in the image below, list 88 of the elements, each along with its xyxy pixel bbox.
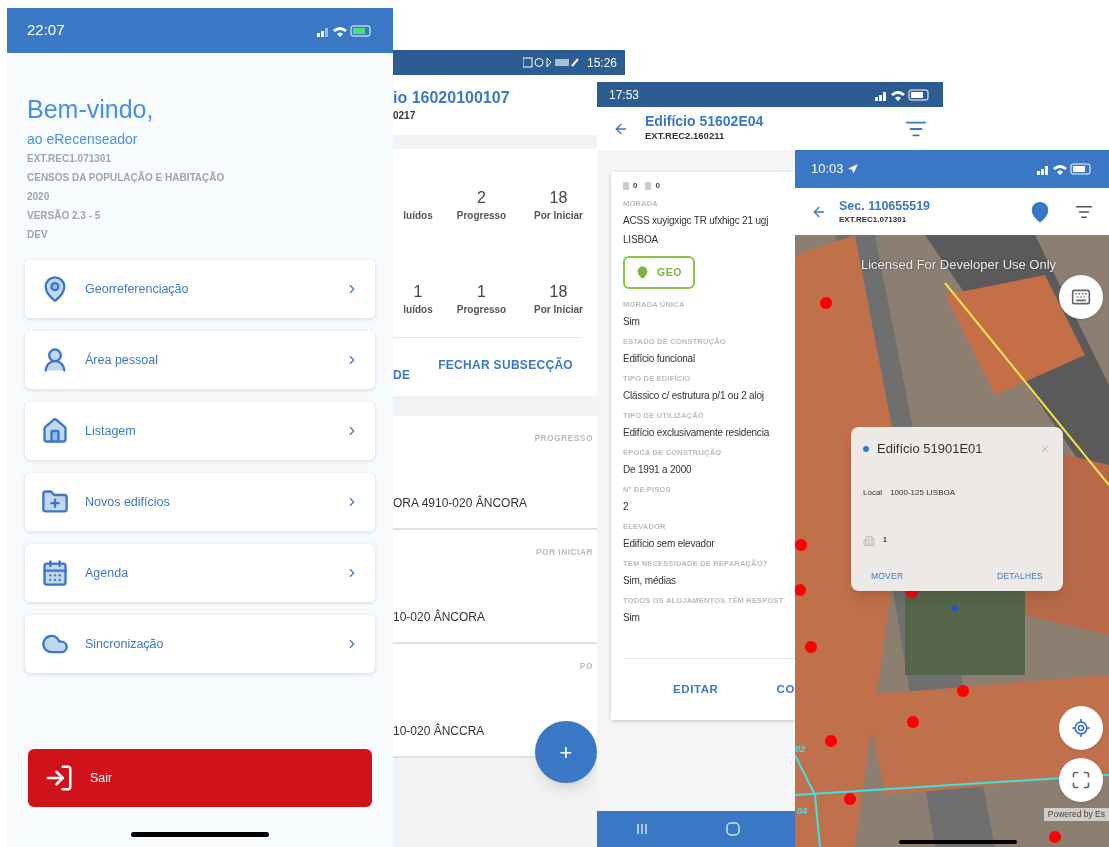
- menu-item[interactable]: Novos edifícios: [25, 473, 375, 531]
- info-line: 2020: [27, 190, 51, 204]
- subsection-code: 0217: [393, 108, 417, 123]
- menu-item[interactable]: Sincronização: [25, 615, 375, 673]
- info-line: DEV: [27, 228, 49, 242]
- info-line: VERSÃO 2.3 - 5: [27, 208, 102, 223]
- keyboard-icon: [1071, 287, 1091, 307]
- field-value: De 1991 a 2000: [623, 463, 693, 477]
- address-text: ORA 4910-020 ÂNCORA: [393, 494, 529, 512]
- popup-title: Edifício 51901E01: [877, 440, 984, 458]
- menu-item[interactable]: Agenda: [25, 544, 375, 602]
- stat-value: 18: [549, 187, 568, 208]
- recent-apps-icon[interactable]: [636, 823, 648, 835]
- info-line: CENSOS DA POPULAÇÃO E HABITAÇÃO: [27, 170, 226, 185]
- status-time: 17:53: [609, 86, 640, 104]
- action-button[interactable]: CO: [776, 680, 795, 699]
- section-title: Sec. 110655519: [839, 197, 932, 214]
- field-value: Sim, médias: [623, 574, 677, 588]
- stat-value: 18: [549, 281, 568, 302]
- welcome-subtitle: ao eRecenseador: [27, 130, 139, 149]
- count-icon: [623, 182, 629, 190]
- welcome-title: Bem-vindo,: [27, 94, 155, 125]
- field-value: Edifício funcional: [623, 352, 696, 366]
- action-button[interactable]: DE: [393, 366, 411, 384]
- calendar-icon: [41, 559, 69, 587]
- stat-label: luídos: [403, 208, 433, 223]
- add-button[interactable]: +: [535, 721, 597, 783]
- action-button[interactable]: FECHAR SUBSECÇÃO: [438, 356, 573, 374]
- home-icon[interactable]: [726, 822, 740, 836]
- stat-value: 1: [477, 281, 486, 302]
- status-icons: [522, 57, 579, 68]
- stat-label: Por Iniciar: [534, 208, 583, 223]
- status-label: PO: [579, 660, 594, 673]
- menu-item[interactable]: Área pessoal: [25, 331, 375, 389]
- subsection-title: io 16020100107: [393, 87, 511, 108]
- map-label: 02: [795, 743, 805, 756]
- location-arrow-icon: [847, 164, 858, 174]
- building-title: Edifício 51602E04: [645, 113, 765, 130]
- stat-value: 1: [413, 281, 423, 302]
- local-value: 1000-125 LISBOA: [890, 486, 956, 499]
- menu-item[interactable]: Georreferenciação: [25, 260, 375, 318]
- stat-label: luídos: [403, 302, 433, 317]
- building-code: EXT.REC2.160211: [645, 129, 726, 144]
- house-icon: [41, 417, 69, 445]
- stat-value: 2: [477, 187, 486, 208]
- folder-plus-icon: [41, 488, 69, 516]
- fullscreen-icon: [1071, 770, 1091, 790]
- status-icons: [317, 24, 373, 37]
- field-value: Clássico c/ estrutura p/1 ou 2 aloj: [623, 389, 765, 403]
- menu-item[interactable]: Listagem: [25, 402, 375, 460]
- field-value: Sim: [623, 611, 641, 625]
- section-code: EXT.REC1.071301: [839, 213, 908, 226]
- popup-action-button[interactable]: DETALHES: [997, 570, 1043, 583]
- local-label: Local: [863, 486, 883, 499]
- map-notice: Licensed For Developer Use Only: [861, 256, 1057, 274]
- field-value: LISBOA: [623, 233, 659, 247]
- field-value: 2: [623, 500, 630, 514]
- exit-button[interactable]: Sair: [28, 749, 372, 807]
- status-time: 15:26: [586, 54, 617, 72]
- status-time: 10:03: [811, 159, 858, 179]
- popup-action-button[interactable]: MOVER: [871, 570, 904, 583]
- field-value: Edifício sem elevador: [623, 537, 716, 551]
- field-value: Edifício exclusivamente residencia: [623, 426, 771, 440]
- info-line: EXT.REC1.071301: [27, 152, 112, 166]
- action-button[interactable]: EDITAR: [673, 680, 719, 699]
- map-attribution: Powered by Es: [1043, 808, 1109, 821]
- stat-label: Progresso: [456, 302, 507, 317]
- status-icons: [875, 88, 931, 101]
- count-value: 0: [633, 180, 638, 192]
- map-label: 04: [797, 805, 807, 818]
- geo-button[interactable]: GEO: [623, 256, 695, 289]
- exit-icon: [44, 763, 74, 793]
- count-icon: [645, 182, 652, 190]
- building-icon: [863, 534, 875, 547]
- address-text: 10-020 ÂNCCRA: [393, 722, 486, 740]
- field-value: ACSS xuyigxigc TR ufxhigc 21 ugj: [623, 214, 770, 228]
- status-icons: [1037, 163, 1093, 175]
- count-value: 0: [655, 180, 660, 192]
- field-value: Sim: [623, 315, 641, 329]
- stat-label: Progresso: [456, 208, 507, 223]
- map-pin-icon: [636, 266, 650, 279]
- stat-label: Por Iniciar: [534, 302, 583, 317]
- locate-icon: [1071, 718, 1091, 738]
- status-label: PROGRESSO: [534, 432, 594, 445]
- address-text: 10-020 ÂNCORA: [393, 608, 487, 626]
- status-time: 22:07: [27, 20, 65, 41]
- map-pin-icon[interactable]: [1029, 200, 1051, 223]
- status-label: POR INICIAR: [535, 546, 594, 559]
